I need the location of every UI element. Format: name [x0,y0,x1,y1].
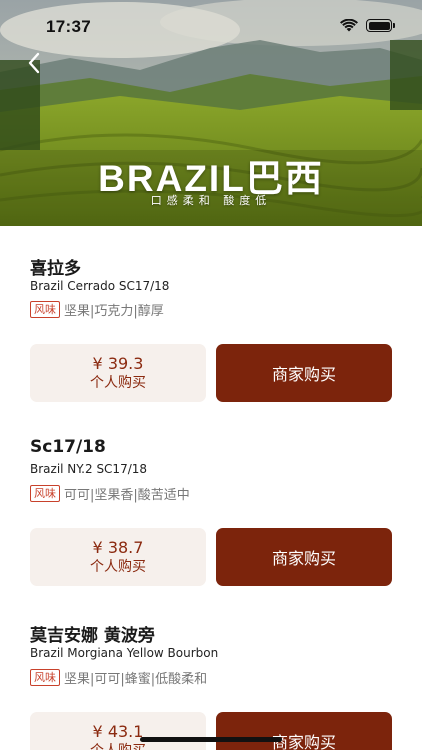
status-time: 17:37 [46,17,91,36]
flavor-notes: 坚果|可可|蜂蜜|低酸柔和 [64,672,208,687]
back-button[interactable] [18,47,50,79]
flavor-row: 风味 可可|坚果香|酸苦适中 [30,484,190,503]
price: ¥ 43.1 [92,722,144,741]
battery-icon [366,19,395,32]
product-english-name: Brazil Morgiana Yellow Bourbon [30,646,219,660]
personal-purchase-button[interactable]: ¥ 39.3 个人购买 [30,344,206,402]
hero-banner: 17:37 BRAZIL巴西 口感柔和 酸度低 [0,0,422,226]
merchant-purchase-button[interactable]: 商家购买 [216,712,392,750]
flavor-row: 风味 坚果|巧克力|醇厚 [30,300,164,319]
status-icons [340,19,395,32]
flavor-tag: 风味 [30,669,60,686]
flavor-notes: 可可|坚果香|酸苦适中 [64,488,190,503]
product-name: Sc17/18 [30,437,106,457]
personal-purchase-label: 个人购买 [90,559,146,575]
product-english-name: Brazil NY.2 SC17/18 [30,462,148,476]
personal-purchase-label: 个人购买 [90,375,146,391]
flavor-row: 风味 坚果|可可|蜂蜜|低酸柔和 [30,668,207,687]
origin-subtitle: 口感柔和 酸度低 [150,194,272,207]
personal-purchase-button[interactable]: ¥ 38.7 个人购买 [30,528,206,586]
back-chevron-icon [28,52,40,74]
price: ¥ 39.3 [92,354,144,373]
home-indicator [140,737,282,742]
wifi-icon [340,19,358,32]
status-bar: 17:37 [0,0,422,54]
personal-purchase-label: 个人购买 [90,742,146,750]
flavor-tag: 风味 [30,301,60,318]
flavor-tag: 风味 [30,485,60,502]
product-english-name: Brazil Cerrado SC17/18 [30,279,170,293]
personal-purchase-button[interactable]: ¥ 43.1 个人购买 [30,712,206,750]
product-name: 莫吉安娜 黄波旁 [30,626,155,646]
price: ¥ 38.7 [92,538,144,557]
merchant-purchase-button[interactable]: 商家购买 [216,528,392,586]
merchant-purchase-button[interactable]: 商家购买 [216,344,392,402]
product-name: 喜拉多 [30,259,81,279]
flavor-notes: 坚果|巧克力|醇厚 [64,304,164,319]
